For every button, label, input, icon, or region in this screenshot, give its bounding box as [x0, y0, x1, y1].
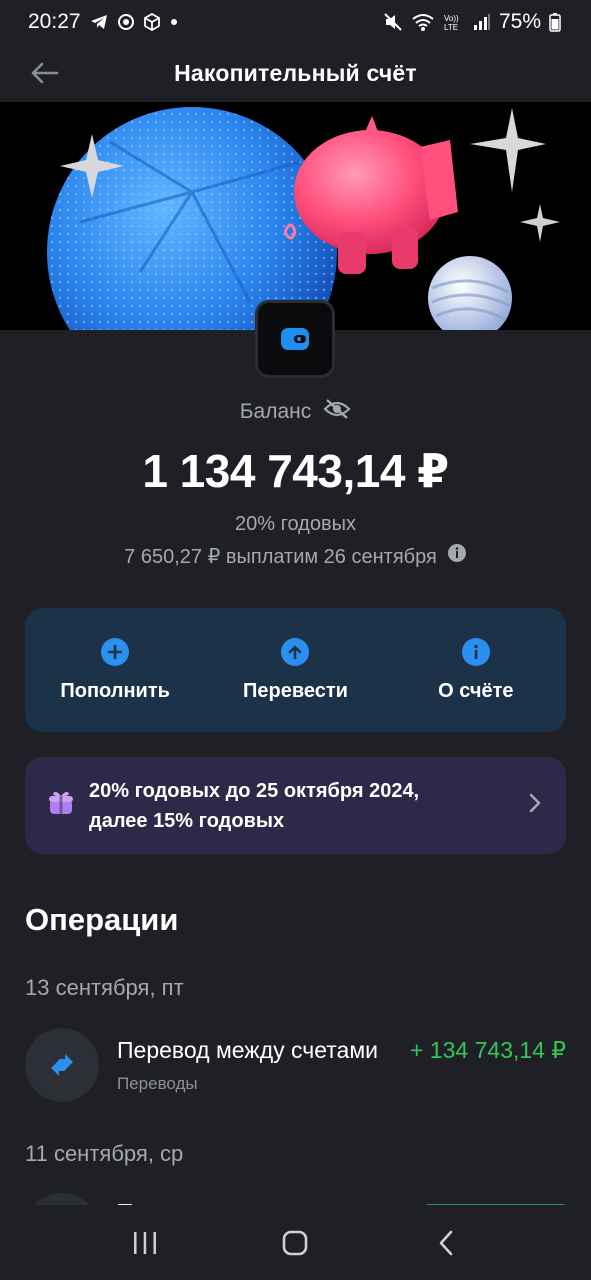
- operation-category: Переводы: [117, 1073, 198, 1093]
- gift-icon: [47, 789, 75, 822]
- top-up-button[interactable]: Пополнить: [30, 637, 200, 703]
- chevron-right-icon: [528, 792, 542, 819]
- page-title: Накопительный счёт: [174, 59, 417, 86]
- volte-icon: Vo)) LTE: [443, 12, 465, 32]
- balance-amount: 1 134 743,14 ₽: [142, 445, 449, 497]
- date-header: 13 сентября, пт: [25, 975, 184, 1000]
- home-button[interactable]: [265, 1218, 325, 1268]
- battery-percent: 75%: [498, 10, 541, 33]
- operation-amount: + 134 743,14 ₽: [410, 1036, 566, 1063]
- info-icon[interactable]: [447, 543, 467, 569]
- chevron-left-icon: [439, 1230, 453, 1255]
- interest-rate: 20% годовых: [235, 513, 356, 535]
- back-button[interactable]: [28, 57, 60, 89]
- arrow-up-icon: [281, 637, 310, 666]
- info-icon: [461, 637, 490, 666]
- account-icon: [255, 300, 335, 378]
- system-nav-bar: [0, 1205, 591, 1280]
- recent-apps-icon: [134, 1231, 157, 1254]
- svg-text:LTE: LTE: [444, 23, 458, 32]
- signal-icon: [473, 13, 491, 31]
- mute-icon: [383, 12, 403, 32]
- promo-line-1: 20% годовых до 25 октября 2024,: [89, 779, 420, 802]
- about-account-label: О счёте: [438, 679, 514, 702]
- eye-off-icon[interactable]: [323, 398, 351, 426]
- home-icon: [283, 1230, 308, 1255]
- package-icon: [143, 13, 161, 31]
- back-nav-button[interactable]: [416, 1218, 476, 1268]
- sync-icon: [117, 13, 135, 31]
- plus-icon: [101, 637, 130, 666]
- payout-text: 7 650,27 ₽ выплатим 26 сентября: [124, 545, 437, 568]
- status-bar: 20:27 Vo)) LTE 75%: [0, 0, 591, 44]
- actions-card: Пополнить Перевести О счёте: [25, 608, 566, 732]
- operations-title: Операции: [25, 902, 179, 937]
- balance-label-row: Баланс: [0, 398, 591, 426]
- status-time: 20:27: [28, 10, 81, 33]
- promo-line-2: далее 15% годовых: [89, 809, 285, 832]
- svg-text:Vo)): Vo)): [444, 14, 459, 23]
- transfer-button[interactable]: Перевести: [210, 637, 380, 703]
- transfer-label: Перевести: [243, 679, 348, 702]
- transfer-icon: [25, 1028, 99, 1102]
- banner-image: [0, 102, 591, 330]
- about-account-button[interactable]: О счёте: [391, 637, 561, 703]
- top-up-label: Пополнить: [60, 679, 170, 702]
- wifi-icon: [411, 12, 435, 32]
- promo-banner[interactable]: 20% годовых до 25 октября 2024, далее 15…: [25, 757, 566, 854]
- dot-icon: [169, 17, 179, 27]
- date-header: 11 сентября, ср: [25, 1141, 184, 1166]
- payout-info: 7 650,27 ₽ выплатим 26 сентября: [0, 543, 591, 569]
- arrow-left-icon: [31, 62, 59, 84]
- operation-row[interactable]: Перевод между счетами + 134 743,14 ₽ Пер…: [25, 1027, 566, 1103]
- battery-icon: [549, 12, 561, 32]
- operation-name: Перевод между счетами: [117, 1036, 378, 1063]
- telegram-icon: [89, 12, 109, 32]
- app-header: Накопительный счёт: [0, 44, 591, 102]
- recent-apps-button[interactable]: [115, 1218, 175, 1268]
- wallet-icon: [281, 328, 309, 350]
- balance-label: Баланс: [239, 400, 312, 423]
- operation-body: Перевод между счетами + 134 743,14 ₽ Пер…: [117, 1037, 566, 1094]
- promo-text: 20% годовых до 25 октября 2024, далее 15…: [89, 776, 528, 836]
